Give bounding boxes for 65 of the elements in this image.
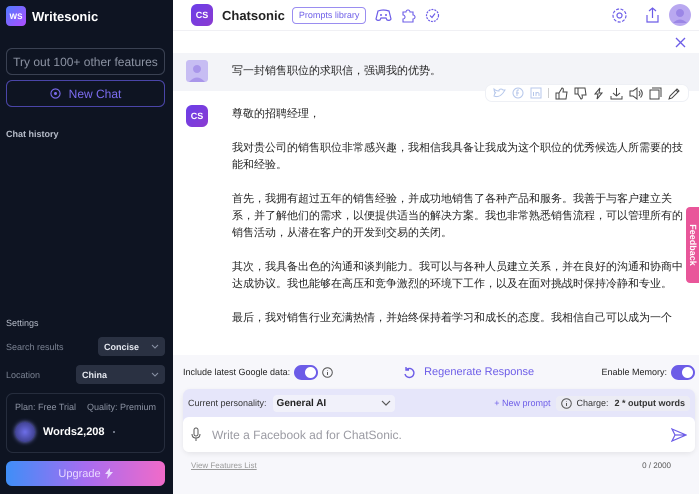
pencil-icon[interactable] — [668, 86, 681, 100]
setting-dropdown[interactable]: Concise — [98, 337, 165, 356]
share-icon[interactable] — [645, 7, 660, 23]
chat-history-heading: Chat history — [6, 129, 60, 139]
thumbs-down-icon[interactable] — [574, 86, 587, 100]
game-controller-icon[interactable] — [375, 8, 392, 22]
google-data-toggle[interactable] — [294, 364, 318, 380]
app-title: Chatsonic — [222, 8, 285, 22]
setting-label: Search results — [6, 342, 64, 352]
setting-dropdown[interactable]: China — [76, 365, 165, 384]
character-counter: 0 / 2000 — [642, 461, 671, 470]
chatsonic-logo: CS — [191, 4, 213, 26]
google-data-label: Include latest Google data: — [183, 367, 290, 377]
chatsonic-avatar: CS — [186, 105, 208, 127]
prompts-library-button[interactable]: Prompts library — [292, 6, 366, 24]
writesonic-logo: WS — [6, 6, 26, 26]
words-count: Words2,208 — [43, 426, 105, 438]
download-icon[interactable] — [610, 86, 623, 100]
features-list-link[interactable]: View Features List — [191, 461, 257, 470]
lightning-icon[interactable] — [593, 86, 604, 100]
message-text: 写一封销售职位的求职信，强调我的优势。 — [232, 64, 442, 78]
features-button[interactable]: Try out 100+ other features — [6, 48, 165, 75]
plus-circle-icon — [50, 88, 61, 99]
memory-toggle[interactable] — [671, 364, 695, 380]
message-paragraph: 尊敬的招聘经理， — [232, 106, 321, 122]
settings-heading: Settings — [6, 318, 40, 328]
charge-value: 2 * output words — [614, 398, 685, 408]
copy-icon[interactable] — [649, 86, 662, 100]
puzzle-icon[interactable] — [401, 8, 416, 22]
chevron-down-icon — [151, 372, 159, 377]
send-icon[interactable] — [671, 428, 687, 442]
chevron-down-icon — [151, 344, 159, 349]
thumbs-up-icon[interactable] — [555, 86, 568, 100]
close-icon[interactable] — [675, 36, 686, 48]
info-icon[interactable] — [322, 366, 334, 378]
regenerate-button[interactable]: Regenerate Response — [397, 364, 540, 380]
upgrade-button[interactable]: Upgrade — [6, 461, 165, 486]
lightning-icon — [104, 468, 113, 479]
message-field[interactable]: Write a Facebook ad for ChatSonic. — [183, 417, 695, 452]
personality-dropdown[interactable]: General AI — [272, 394, 395, 412]
quality-label: Quality: Premium — [86, 402, 156, 412]
badge-icon[interactable] — [425, 8, 440, 22]
new-chat-button[interactable]: New Chat — [6, 80, 165, 107]
refresh-icon — [403, 366, 416, 378]
message-paragraph: 我对贵公司的销售职位非常感兴趣，我相信我具备让我成为这个职位的优秀候选人所需要的技能和经验。 — [232, 140, 684, 173]
personality-label: Current personality: — [188, 398, 267, 408]
charge-label: Charge: — [576, 398, 608, 408]
info-icon — [561, 398, 572, 408]
new-prompt-link[interactable]: + New prompt — [494, 398, 550, 408]
microphone-icon[interactable] — [191, 427, 201, 442]
memory-label: Enable Memory: — [601, 367, 667, 377]
message-paragraph: 首先，我拥有超过五年的销售经验，并成功地销售了各种产品和服务。我善于与客户建立关系，并了解他们的需求，以便提供适当的解决方案。我也非常熟悉销售流程，可以管理所有的销售活动，从潜在客户的开发到交易的关闭。 — [232, 192, 684, 241]
avatar-icon[interactable] — [669, 4, 691, 26]
message-paragraph: 其次，我具备出色的沟通和谈判能力。我可以与各种人员建立关系，并在良好的沟通和协商中达成协议。我也能够在高压和竞争激烈的环境下工作，以及在面对挑战时保持冷静和专业。 — [232, 260, 684, 292]
user-avatar-icon — [186, 60, 208, 82]
plan-label: Plan: Free Trial — [15, 402, 76, 412]
settings-icon[interactable] — [611, 6, 628, 24]
feedback-tab[interactable]: Feedback — [686, 207, 699, 283]
chevron-down-icon — [380, 400, 391, 406]
setting-label: Location — [6, 370, 40, 380]
brand-name: Writesonic — [32, 8, 98, 24]
message-paragraph: 最后，我对销售行业充满热情，并始终保持着学习和成长的态度。我相信自己可以成为一个 — [232, 310, 673, 326]
message-input[interactable]: Write a Facebook ad for ChatSonic. — [210, 426, 662, 442]
speaker-icon[interactable] — [629, 86, 643, 100]
orb-icon — [15, 422, 35, 442]
